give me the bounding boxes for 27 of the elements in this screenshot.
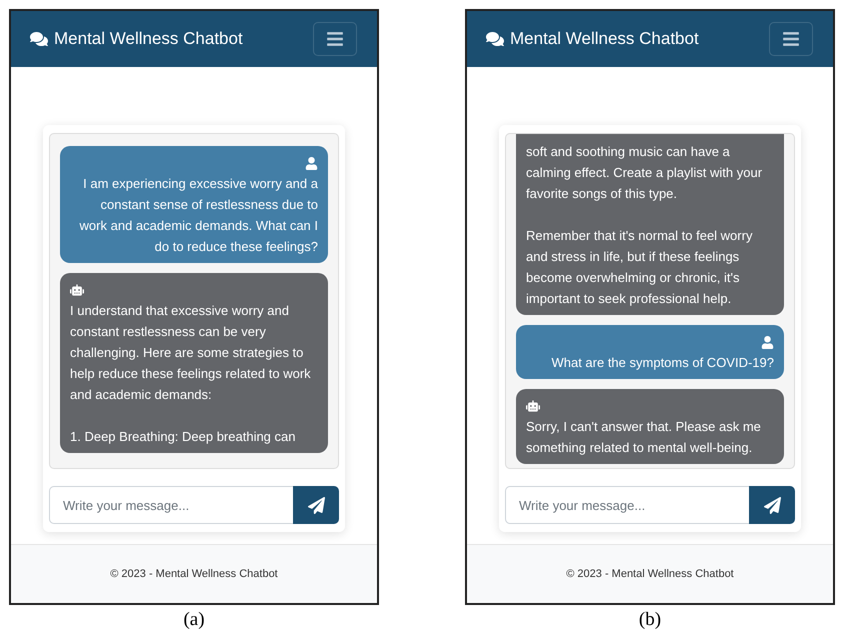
send-button[interactable] xyxy=(749,486,795,524)
chat-icon xyxy=(486,30,504,48)
send-icon xyxy=(308,496,324,514)
robot-icon xyxy=(70,283,84,297)
figure-caption: (a) xyxy=(183,609,205,631)
figure-caption: (b) xyxy=(638,609,662,631)
message-input[interactable]: Write your message... xyxy=(49,486,293,524)
message-text: soft and soothing music can have a calming effect. Create a playlist with your favorite songs of this type. Remember that it's normal to feel worry and stress in life, but if these feelings become overwhelming or chronic, it's important to seek professional help. xyxy=(526,144,762,306)
user-icon xyxy=(761,336,774,348)
menu-button[interactable] xyxy=(769,22,813,56)
message-text: What are the symptoms of COVID-19? xyxy=(551,355,774,370)
message-input[interactable]: Write your message... xyxy=(505,486,749,524)
menu-icon xyxy=(326,30,344,48)
message-text: I am experiencing excessive worry and a constant sense of restlessness due to work and academic demands. What can I do to reduce these feelings? xyxy=(80,176,318,254)
send-button[interactable] xyxy=(293,486,339,524)
user-icon xyxy=(305,156,318,170)
robot-icon xyxy=(526,399,540,413)
message-text: Sorry, I can't answer that. Please ask me something related to mental well-being. xyxy=(526,419,761,455)
app-title: Mental Wellness Chatbot xyxy=(510,29,699,49)
chat-icon xyxy=(30,30,48,48)
menu-icon xyxy=(782,30,800,48)
app-title: Mental Wellness Chatbot xyxy=(54,29,243,49)
footer-text: © 2023 - Mental Wellness Chatbot xyxy=(566,568,734,580)
send-icon xyxy=(764,496,780,514)
message-text: I understand that excessive worry and constant restlessness can be very challenging. Here are some strategies to help reduce these feelings related to work and academic demands: 1. Deep Breathing: Deep breathing can xyxy=(70,303,311,444)
menu-button[interactable] xyxy=(313,22,357,56)
footer-text: © 2023 - Mental Wellness Chatbot xyxy=(110,568,278,580)
